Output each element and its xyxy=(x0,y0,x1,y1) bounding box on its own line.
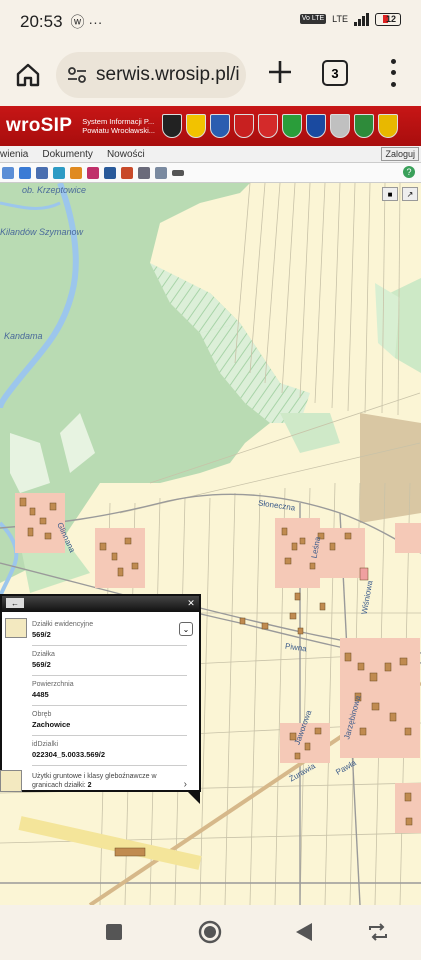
land-use-link[interactable]: Użytki gruntowe i klasy gleboźnawcze w g… xyxy=(0,766,199,792)
home-nav-button[interactable] xyxy=(198,920,222,944)
crest-row xyxy=(162,114,399,138)
field-value: Zachowice xyxy=(32,720,71,729)
field-label: Obręb xyxy=(32,711,52,718)
table-tool-icon[interactable] xyxy=(53,166,65,179)
rotate-icon xyxy=(369,923,387,941)
back-triangle-icon xyxy=(296,923,312,941)
new-tab-button[interactable] xyxy=(262,54,298,90)
home-button[interactable] xyxy=(0,47,56,103)
export-tool-icon[interactable] xyxy=(155,166,167,179)
menu-item-wyswietlenia[interactable]: wienia xyxy=(0,149,28,160)
help-icon[interactable]: ? xyxy=(403,166,415,178)
volte-icon: Vo LTE xyxy=(299,14,327,24)
map-label-village: ob. Krzeptowice xyxy=(22,185,87,195)
print-tool-icon[interactable] xyxy=(138,166,150,179)
site-settings-icon[interactable] xyxy=(68,67,86,83)
clock: 20:53 xyxy=(20,12,63,31)
land-use-count: 2 xyxy=(87,782,92,789)
map-label-kilandow: Kilandów Szymanow xyxy=(0,227,84,237)
popup-header: ← ✕ xyxy=(2,596,199,612)
crest-icon xyxy=(210,114,231,138)
crest-icon xyxy=(282,114,303,138)
popup-body: Działki ewidencyjne 569/2 ⌄ Działka 569/… xyxy=(2,612,199,766)
site-subtitle: System Informacji P... Powiatu Wrocławsk… xyxy=(82,117,156,135)
land-use-label: Użytki gruntowe i klasy gleboźnawcze w g… xyxy=(32,773,157,789)
crest-icon xyxy=(330,114,351,138)
land-use-thumbnail xyxy=(0,770,22,792)
measure-tool-icon[interactable] xyxy=(87,166,99,179)
crest-icon xyxy=(162,114,183,138)
info-tool-icon[interactable] xyxy=(19,166,31,179)
menu-item-dokumenty[interactable]: Dokumenty xyxy=(42,149,93,160)
browser-toolbar: serwis.wrosip.pl/i 3 xyxy=(0,44,421,106)
field-obreb: Obręb Zachowice xyxy=(32,706,187,736)
battery-icon: 12 xyxy=(375,12,401,26)
crest-icon xyxy=(378,114,399,138)
site-logo[interactable]: wroSIP xyxy=(6,115,72,137)
layers-tool-icon[interactable] xyxy=(36,166,48,179)
parcel-thumbnail xyxy=(5,618,27,638)
map-canvas[interactable]: ob. Krzeptowice Kilandów Szymanow Kandam… xyxy=(0,183,421,905)
field-powierzchnia: Powierzchnia 4485 xyxy=(32,676,187,706)
status-bar: 20:53 ⓦ ··· Vo LTE LTE 12 xyxy=(0,0,421,44)
back-nav-button[interactable] xyxy=(295,922,313,942)
popup-title-label: Działki ewidencyjne xyxy=(32,621,94,628)
save-tool-icon[interactable] xyxy=(104,166,116,179)
crest-icon xyxy=(306,114,327,138)
popup-title-field: Działki ewidencyjne 569/2 xyxy=(32,616,187,646)
map-chat-button[interactable]: ■ xyxy=(382,187,398,201)
field-value: 022304_5.0033.569/2 xyxy=(32,750,105,759)
popup-title-value: 569/2 xyxy=(32,630,51,639)
chevron-down-icon[interactable]: ⌄ xyxy=(179,622,193,636)
url-text: serwis.wrosip.pl/i xyxy=(96,64,240,85)
close-icon[interactable]: ✕ xyxy=(186,598,196,608)
address-bar[interactable]: serwis.wrosip.pl/i xyxy=(56,52,246,98)
status-right: Vo LTE LTE 12 xyxy=(299,12,401,26)
menu-bar: wienia Dokumenty Nowości Zaloguj xyxy=(0,146,421,163)
select-tool-icon[interactable] xyxy=(2,166,14,179)
plus-icon xyxy=(269,61,291,83)
field-iddzialki: idDzialki 022304_5.0033.569/2 xyxy=(32,736,187,766)
field-label: idDzialki xyxy=(32,741,59,748)
crest-icon xyxy=(186,114,207,138)
back-arrow-icon[interactable]: ← xyxy=(6,598,24,608)
legend-tool-icon[interactable] xyxy=(121,166,133,179)
square-icon xyxy=(106,924,122,940)
map-label-kandama: Kandama xyxy=(4,331,43,341)
map-toolbar: ? xyxy=(0,163,421,183)
signal-icon xyxy=(354,12,369,26)
battery-level: 12 xyxy=(385,14,396,24)
map-zoom-button[interactable]: ↗ xyxy=(402,187,418,201)
popup-pointer xyxy=(186,790,200,804)
link-tool-icon[interactable] xyxy=(172,169,184,176)
field-dzialka: Działka 569/2 xyxy=(32,646,187,676)
crest-icon xyxy=(258,114,279,138)
system-nav-bar xyxy=(0,905,421,960)
field-label: Działka xyxy=(32,651,55,658)
login-button[interactable]: Zaloguj xyxy=(381,147,419,161)
notification-icons: ⓦ ··· xyxy=(70,14,103,30)
chevron-right-icon: › xyxy=(183,779,187,790)
tab-switcher-button[interactable]: 3 xyxy=(322,60,348,86)
recents-button[interactable] xyxy=(105,923,123,941)
crest-icon xyxy=(234,114,255,138)
circle-icon xyxy=(198,920,222,944)
menu-item-nowosci[interactable]: Nowości xyxy=(107,149,145,160)
field-value: 4485 xyxy=(32,690,49,699)
home-icon xyxy=(16,63,40,87)
field-value: 569/2 xyxy=(32,660,51,669)
rotate-button[interactable] xyxy=(367,923,389,941)
field-label: Powierzchnia xyxy=(32,681,74,688)
more-menu-button[interactable] xyxy=(383,56,403,90)
edit-tool-icon[interactable] xyxy=(70,166,82,179)
network-type: LTE xyxy=(332,14,348,24)
parcel-info-popup: ← ✕ Działki ewidencyjne 569/2 ⌄ Działka … xyxy=(0,594,201,792)
site-header: wroSIP System Informacji P... Powiatu Wr… xyxy=(0,106,421,146)
crest-icon xyxy=(354,114,375,138)
